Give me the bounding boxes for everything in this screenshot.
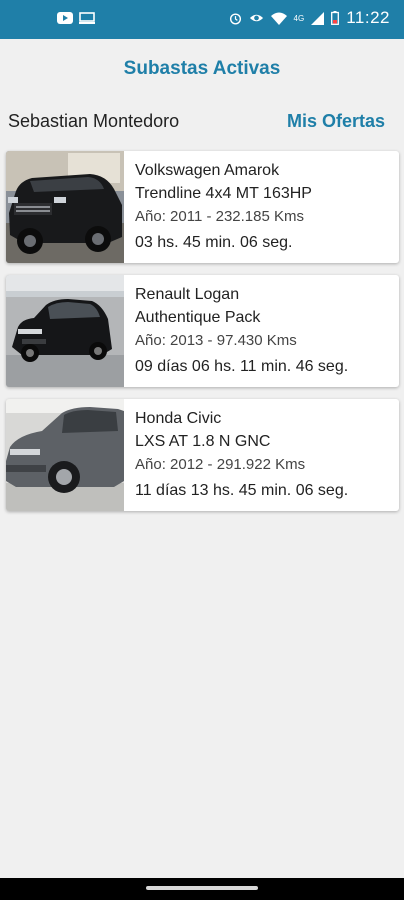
navigation-bar (0, 878, 404, 900)
page-title: Subastas Activas (123, 58, 281, 79)
time-remaining: 09 días 06 hs. 11 min. 46 seg. (135, 358, 349, 375)
car-photo (6, 399, 124, 511)
network-type-label: 4G (293, 13, 305, 23)
clock: 11:22 (346, 8, 390, 27)
eye-icon (249, 12, 264, 24)
car-model: Honda Civic (135, 410, 222, 427)
battery-icon (331, 11, 340, 25)
time-remaining: 11 días 13 hs. 45 min. 06 seg. (135, 482, 349, 499)
car-year-km: Año: 2012 - 291.922 Kms (135, 456, 306, 473)
car-model: Renault Logan (135, 286, 240, 303)
auction-card[interactable]: Volkswagen Amarok Trendline 4x4 MT 163HP… (6, 151, 399, 263)
time-remaining: 03 hs. 45 min. 06 seg. (135, 234, 293, 251)
home-gesture-handle[interactable] (146, 886, 258, 890)
auction-list: Volkswagen Amarok Trendline 4x4 MT 163HP… (6, 151, 399, 523)
alarm-icon (229, 12, 242, 25)
my-offers-link[interactable]: Mis Ofertas (287, 111, 385, 132)
car-version: Trendline 4x4 MT 163HP (135, 185, 312, 202)
car-photo (6, 151, 124, 263)
signal-icon (311, 11, 325, 25)
car-version: Authentique Pack (135, 309, 261, 326)
auction-card[interactable]: Renault Logan Authentique Pack Año: 2013… (6, 275, 399, 387)
youtube-icon (57, 12, 73, 24)
user-bar: Sebastian Montedoro Mis Ofertas (0, 105, 404, 141)
user-name: Sebastian Montedoro (8, 111, 180, 131)
status-bar: 4G 11:22 (0, 0, 404, 39)
car-version: LXS AT 1.8 N GNC (135, 433, 271, 450)
wifi-icon (270, 12, 287, 25)
car-year-km: Año: 2013 - 97.430 Kms (135, 332, 297, 349)
car-year-km: Año: 2011 - 232.185 Kms (135, 208, 304, 225)
car-model: Volkswagen Amarok (135, 162, 280, 179)
auction-card[interactable]: Honda Civic LXS AT 1.8 N GNC Año: 2012 -… (6, 399, 399, 511)
car-photo (6, 275, 124, 387)
cast-icon (79, 12, 95, 24)
app-header: Subastas Activas (0, 39, 404, 99)
